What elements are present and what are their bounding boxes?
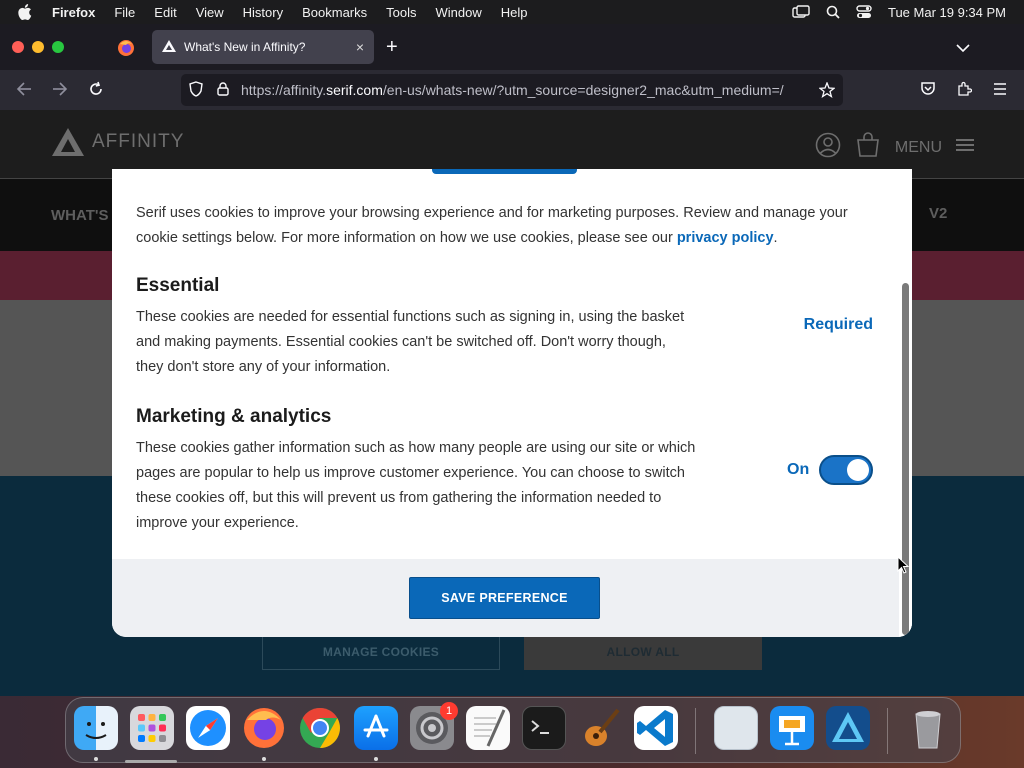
- menu-help[interactable]: Help: [501, 5, 528, 20]
- menu-app-name[interactable]: Firefox: [52, 5, 95, 20]
- tab-title: What's New in Affinity?: [184, 40, 306, 54]
- menu-clock[interactable]: Tue Mar 19 9:34 PM: [888, 5, 1006, 20]
- vscode-icon[interactable]: [634, 706, 678, 750]
- finder-running-dot: [94, 757, 98, 761]
- window-minimize-button[interactable]: [32, 41, 44, 53]
- menu-bar: Firefox File Edit View History Bookmarks…: [0, 0, 1024, 24]
- firefox-view-icon[interactable]: [117, 39, 135, 57]
- essential-description: These cookies are needed for essential f…: [136, 309, 685, 375]
- affinity-designer-icon[interactable]: [826, 706, 870, 750]
- site-menu-label[interactable]: MENU: [895, 139, 942, 157]
- tracking-protection-shield-icon[interactable]: [189, 80, 203, 100]
- url-bar[interactable]: https://affinity.serif.com/en-us/whats-n…: [181, 74, 843, 106]
- header-actions: MENU: [815, 132, 974, 163]
- window-zoom-button[interactable]: [52, 41, 64, 53]
- marketing-title: Marketing & analytics: [136, 406, 332, 427]
- firefox-icon[interactable]: [242, 706, 286, 750]
- system-settings-icon[interactable]: 1: [410, 702, 458, 750]
- toggle-knob: [847, 459, 869, 481]
- essential-title: Essential: [136, 275, 220, 296]
- manage-cookies-button[interactable]: MANAGE COOKIES: [262, 634, 500, 670]
- basket-icon[interactable]: [855, 132, 881, 163]
- tab-strip: What's New in Affinity? × +: [0, 24, 1024, 70]
- window-close-button[interactable]: [12, 41, 24, 53]
- screen-mirroring-icon[interactable]: [792, 5, 810, 19]
- privacy-policy-link[interactable]: privacy policy: [677, 230, 774, 246]
- keynote-icon[interactable]: [770, 706, 814, 750]
- menu-history[interactable]: History: [243, 5, 283, 20]
- preview-icon[interactable]: [714, 706, 758, 750]
- url-text: https://affinity.serif.com/en-us/whats-n…: [241, 82, 784, 98]
- marketing-toggle[interactable]: [819, 455, 873, 485]
- cookie-intro-text: Serif uses cookies to improve your brows…: [136, 205, 848, 246]
- garageband-icon[interactable]: [578, 706, 622, 750]
- back-icon[interactable]: [16, 81, 32, 102]
- navigation-toolbar: https://affinity.serif.com/en-us/whats-n…: [0, 70, 1024, 110]
- hamburger-icon[interactable]: [956, 138, 974, 157]
- cookie-settings-modal: Serif uses cookies to improve your brows…: [112, 169, 912, 637]
- apple-menu-icon[interactable]: [18, 4, 34, 20]
- essential-required-label: Required: [803, 316, 873, 333]
- allow-all-button[interactable]: ALLOW ALL: [524, 634, 762, 670]
- menu-file[interactable]: File: [114, 5, 135, 20]
- subnav-whats-new[interactable]: WHAT'S: [51, 207, 108, 224]
- marketing-description: These cookies gather information such as…: [136, 440, 696, 531]
- spotlight-search-icon[interactable]: [826, 5, 840, 19]
- dock-separator: [695, 708, 696, 754]
- marketing-toggle-label: On: [787, 461, 810, 478]
- app-menu-icon[interactable]: [992, 81, 1008, 102]
- mouse-cursor-icon: [897, 555, 910, 579]
- menu-window[interactable]: Window: [436, 5, 482, 20]
- modal-top-accent: [432, 169, 577, 174]
- terminal-icon[interactable]: [522, 706, 566, 750]
- scrollbar-thumb[interactable]: [902, 283, 909, 635]
- account-icon[interactable]: [815, 132, 841, 163]
- firefox-running-dot: [262, 757, 266, 761]
- reload-icon[interactable]: [88, 81, 104, 102]
- dock-separator-2: [887, 708, 888, 754]
- new-tab-button[interactable]: +: [386, 36, 398, 59]
- launchpad-icon[interactable]: [130, 706, 174, 750]
- trash-icon[interactable]: [906, 706, 950, 750]
- menu-edit[interactable]: Edit: [154, 5, 176, 20]
- menu-tools[interactable]: Tools: [386, 5, 416, 20]
- chrome-icon[interactable]: [298, 706, 342, 750]
- control-center-icon[interactable]: [856, 5, 872, 19]
- menu-view[interactable]: View: [196, 5, 224, 20]
- save-preference-button[interactable]: SAVE PREFERENCE: [409, 577, 600, 619]
- extensions-icon[interactable]: [956, 81, 973, 102]
- modal-footer: SAVE PREFERENCE: [112, 559, 912, 637]
- list-all-tabs-icon[interactable]: [956, 40, 970, 58]
- tab-whats-new[interactable]: What's New in Affinity? ×: [152, 30, 374, 64]
- textedit-icon[interactable]: [466, 706, 510, 750]
- dock: 1: [65, 697, 961, 763]
- padlock-icon[interactable]: [217, 81, 229, 99]
- safari-icon[interactable]: [186, 706, 230, 750]
- finder-icon[interactable]: [74, 706, 118, 750]
- menu-bookmarks[interactable]: Bookmarks: [302, 5, 367, 20]
- affinity-logo[interactable]: AFFINITY: [52, 128, 184, 156]
- logo-text: AFFINITY: [92, 131, 185, 152]
- app-store-icon[interactable]: [354, 706, 398, 750]
- tab-close-icon[interactable]: ×: [356, 39, 364, 55]
- dock-indicator-bar: [125, 760, 177, 763]
- affinity-favicon-icon: [162, 39, 176, 55]
- settings-badge: 1: [440, 702, 458, 720]
- forward-icon[interactable]: [52, 81, 68, 102]
- bookmark-star-icon[interactable]: [818, 81, 836, 101]
- app-store-running-dot: [374, 757, 378, 761]
- subnav-v2[interactable]: V2: [929, 205, 947, 222]
- pocket-icon[interactable]: [920, 81, 936, 102]
